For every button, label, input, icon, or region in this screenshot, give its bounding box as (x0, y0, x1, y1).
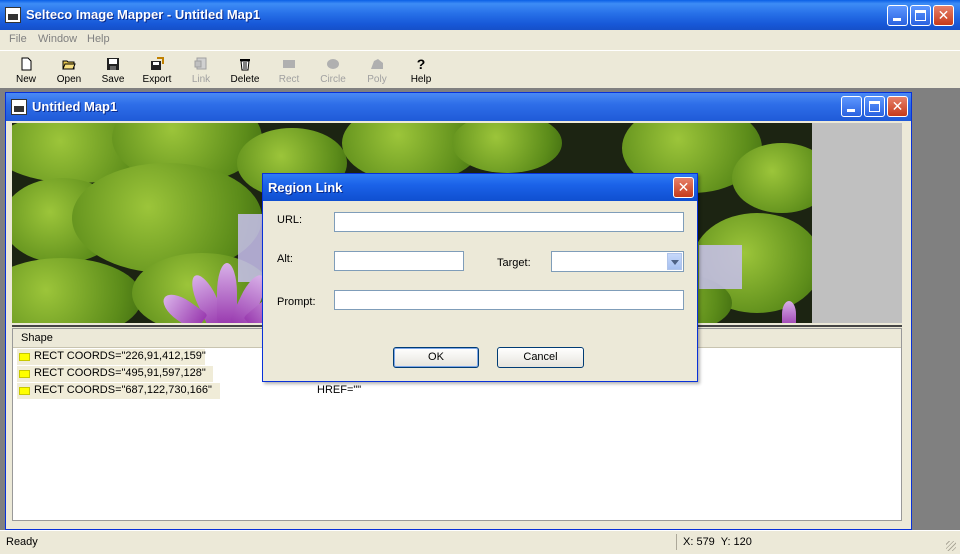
circle-button[interactable]: Circle (313, 55, 353, 87)
export-button[interactable]: Export (137, 55, 177, 87)
help-button[interactable]: ? Help (401, 55, 441, 87)
prompt-label: Prompt: (277, 296, 316, 308)
export-label: Export (142, 74, 172, 85)
dropdown-arrow-icon[interactable] (667, 253, 682, 270)
close-icon: ✕ (937, 7, 950, 23)
shape-swatch-icon (19, 370, 30, 378)
new-button[interactable]: New (6, 55, 46, 87)
status-divider (676, 534, 677, 550)
poly-icon (371, 59, 383, 69)
menu-help[interactable]: Help (87, 33, 110, 45)
shape-coords: RECT COORDS="687,122,730,166" (34, 384, 212, 396)
cancel-button[interactable]: Cancel (497, 347, 584, 368)
poly-button[interactable]: Poly (357, 55, 397, 87)
alt-input[interactable] (334, 251, 464, 271)
close-icon: ✕ (677, 179, 690, 195)
main-title-bar: Selteco Image Mapper - Untitled Map1 ✕ (0, 0, 960, 30)
minimize-button[interactable] (887, 5, 908, 26)
open-label: Open (56, 74, 82, 85)
link-icon (194, 57, 207, 70)
dialog-close-button[interactable]: ✕ (673, 177, 694, 198)
url-label: URL: (277, 214, 303, 226)
link-label: Link (191, 74, 211, 85)
shape-swatch-icon (19, 387, 30, 395)
cursor-coordinates: X: 579 Y: 120 (683, 536, 752, 548)
status-bar: Ready X: 579 Y: 120 (0, 530, 960, 554)
window-title: Selteco Image Mapper - Untitled Map1 (26, 7, 261, 22)
doc-maximize-button[interactable] (864, 96, 885, 117)
shape-coords: RECT COORDS="226,91,412,159" (34, 350, 206, 362)
save-button[interactable]: Save (93, 55, 133, 87)
save-label: Save (101, 74, 125, 85)
shape-coords: RECT COORDS="495,91,597,128" (34, 367, 206, 379)
target-label: Target: (497, 257, 531, 269)
resize-grip-icon[interactable] (946, 541, 956, 551)
help-label: Help (410, 74, 432, 85)
document-icon (11, 99, 27, 115)
open-button[interactable]: Open (49, 55, 89, 87)
href-value: HREF="" (317, 384, 362, 396)
target-select[interactable] (551, 251, 684, 272)
link-button[interactable]: Link (181, 55, 221, 87)
menu-file[interactable]: File (9, 33, 27, 45)
rect-icon (283, 60, 295, 68)
svg-text:?: ? (417, 57, 426, 71)
status-text: Ready (6, 536, 38, 548)
maximize-button[interactable] (910, 5, 931, 26)
circle-label: Circle (320, 74, 346, 85)
document-title: Untitled Map1 (32, 99, 118, 114)
new-label: New (15, 74, 36, 85)
alt-label: Alt: (277, 253, 293, 265)
save-icon (107, 58, 119, 70)
shape-swatch-icon (19, 353, 30, 361)
prompt-input[interactable] (334, 290, 684, 310)
region-link-dialog: Region Link ✕ URL: Alt: Target: Prompt: … (262, 173, 698, 382)
maximize-icon (915, 10, 926, 21)
close-button[interactable]: ✕ (933, 5, 954, 26)
doc-close-button[interactable]: ✕ (887, 96, 908, 117)
url-input[interactable] (334, 212, 684, 232)
menu-window[interactable]: Window (38, 33, 77, 45)
app-icon (5, 7, 21, 23)
selected-region[interactable] (699, 245, 742, 289)
export-icon (151, 57, 164, 70)
shape-header-label: Shape (21, 332, 53, 344)
minimize-icon (893, 18, 901, 21)
doc-minimize-button[interactable] (841, 96, 862, 117)
maximize-icon (869, 101, 880, 112)
menu-bar: File Window Help (0, 30, 960, 49)
delete-button[interactable]: Delete (225, 55, 265, 87)
rect-label: Rect (278, 74, 300, 85)
poly-label: Poly (367, 74, 387, 85)
open-icon (62, 60, 76, 70)
dialog-title-bar: Region Link ✕ (263, 174, 697, 201)
dialog-title: Region Link (268, 180, 343, 195)
circle-icon (327, 59, 339, 69)
ok-button[interactable]: OK (393, 347, 479, 368)
close-icon: ✕ (891, 98, 904, 114)
rect-button[interactable]: Rect (269, 55, 309, 87)
minimize-icon (847, 109, 855, 112)
toolbar: New Open Save Export Link Delete Rect Ci… (0, 50, 960, 87)
delete-label: Delete (230, 74, 260, 85)
new-icon (21, 57, 32, 71)
help-icon: ? (417, 57, 426, 71)
delete-icon (240, 59, 250, 71)
document-title-bar: Untitled Map1 ✕ (6, 93, 911, 121)
